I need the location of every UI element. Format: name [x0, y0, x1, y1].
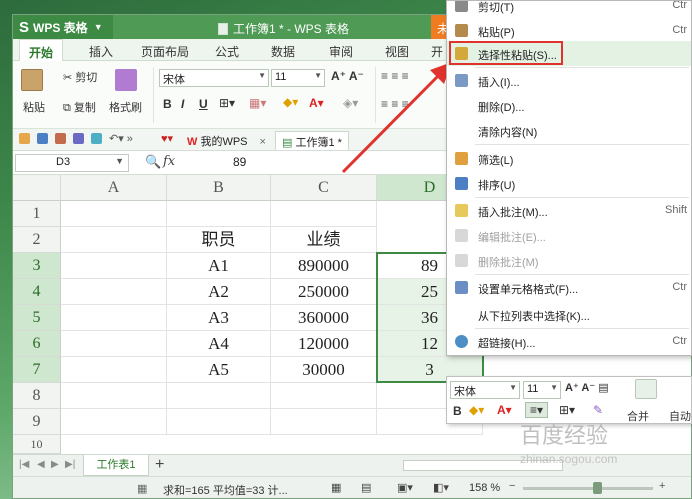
menu-item-filter[interactable]: 筛选(L) — [447, 146, 691, 171]
merge-icon[interactable] — [635, 379, 657, 399]
comment-icon — [455, 204, 468, 217]
chevron-down-icon: ▼ — [550, 383, 558, 392]
mini-size-select[interactable]: 11 ▼ — [523, 381, 561, 399]
mini-font-color[interactable]: A▾ — [497, 403, 512, 417]
sort-icon — [455, 177, 468, 190]
menu-item-edit-comment: 编辑批注(E)... — [447, 223, 691, 248]
arrow-shaft — [341, 70, 444, 174]
mini-font-select[interactable]: 宋体 ▼ — [450, 381, 520, 399]
menu-item-delete[interactable]: 删除(D)... — [447, 93, 691, 118]
menu-item-insert[interactable]: 插入(I)... — [447, 68, 691, 93]
link-icon — [455, 335, 468, 348]
watermark-url: zhinan.sogou.com — [520, 452, 618, 466]
insert-icon — [455, 74, 468, 87]
mini-bold-button[interactable]: B — [453, 404, 462, 418]
mini-align[interactable]: ≡▾ — [525, 402, 549, 418]
highlight-box — [449, 41, 563, 65]
mini-auto-button[interactable]: 自动 — [669, 408, 691, 424]
watermark-text: 百度经验 — [520, 423, 609, 448]
menu-item-paste[interactable]: 粘贴(P) Ctr — [447, 18, 691, 43]
menu-divider — [475, 144, 689, 145]
mini-format-painter[interactable]: ✎ — [593, 403, 603, 417]
menu-item-delete-comment: 删除批注(M) — [447, 248, 691, 273]
menu-item-format-cells[interactable]: 设置单元格格式(F)... Ctr — [447, 275, 691, 300]
delete-comment-icon — [455, 254, 468, 267]
menu-item-clear[interactable]: 清除内容(N) — [447, 118, 691, 143]
mini-toolbar: 宋体 ▼ 11 ▼ A⁺ A⁻ ▤ B ◆▾ A▾ ≡▾ ⊞▾ ✎ 合并 自动 — [446, 376, 692, 424]
mini-merge-button[interactable]: 合并 — [627, 408, 649, 424]
filter-icon — [455, 152, 468, 165]
menu-item-sort[interactable]: 排序(U) — [447, 171, 691, 196]
mini-borders[interactable]: ⊞▾ — [559, 403, 575, 417]
mini-font-grow[interactable]: A⁺ A⁻ ▤ — [565, 381, 609, 394]
scissors-icon — [455, 1, 468, 12]
clipboard-icon — [455, 24, 468, 37]
edit-comment-icon — [455, 229, 468, 242]
menu-item-cut[interactable]: 剪切(T) Ctr — [447, 1, 691, 18]
chevron-down-icon: ▼ — [509, 383, 517, 392]
format-cells-icon — [455, 281, 468, 294]
menu-item-pick-from-list[interactable]: 从下拉列表中选择(K)... — [447, 302, 691, 327]
menu-item-insert-comment[interactable]: 插入批注(M)... Shift — [447, 198, 691, 223]
menu-item-hyperlink[interactable]: 超链接(H)... Ctr — [447, 329, 691, 354]
mini-fill-color[interactable]: ◆▾ — [469, 403, 484, 417]
